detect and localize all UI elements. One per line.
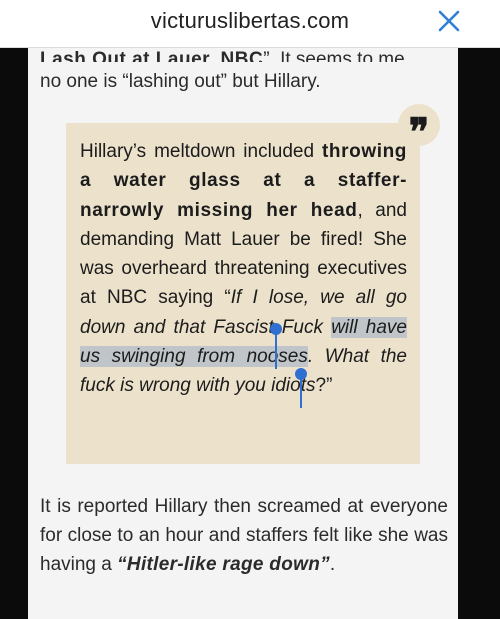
after-quote-paragraph: It is reported Hillary then screamed at … [40,492,448,579]
intro-paragraph-tail: no one is “lashing out” but Hillary. [40,71,321,92]
selection-end-handle[interactable] [295,368,307,380]
after-quote-emphasis: “Hitler-like rage down” [117,554,330,575]
left-page-margin [0,48,28,619]
selection-start-caret [275,333,277,369]
cut-line-suffix: ”. It seems to me, [263,49,410,62]
quote-part-1: Hillary’s meltdown included [80,141,322,162]
blockquote-text[interactable]: Hillary’s meltdown included throwing a w… [80,137,407,401]
right-page-margin [458,48,500,619]
after-quote-text-2: . [329,554,336,575]
close-icon[interactable] [434,6,464,36]
url-text[interactable]: victuruslibertas.com [0,8,500,34]
cut-line-prefix: Lash Out at Lauer, NBC [40,49,264,62]
browser-address-bar: victuruslibertas.com [0,0,500,48]
quote-part-end: ?” [315,375,333,397]
